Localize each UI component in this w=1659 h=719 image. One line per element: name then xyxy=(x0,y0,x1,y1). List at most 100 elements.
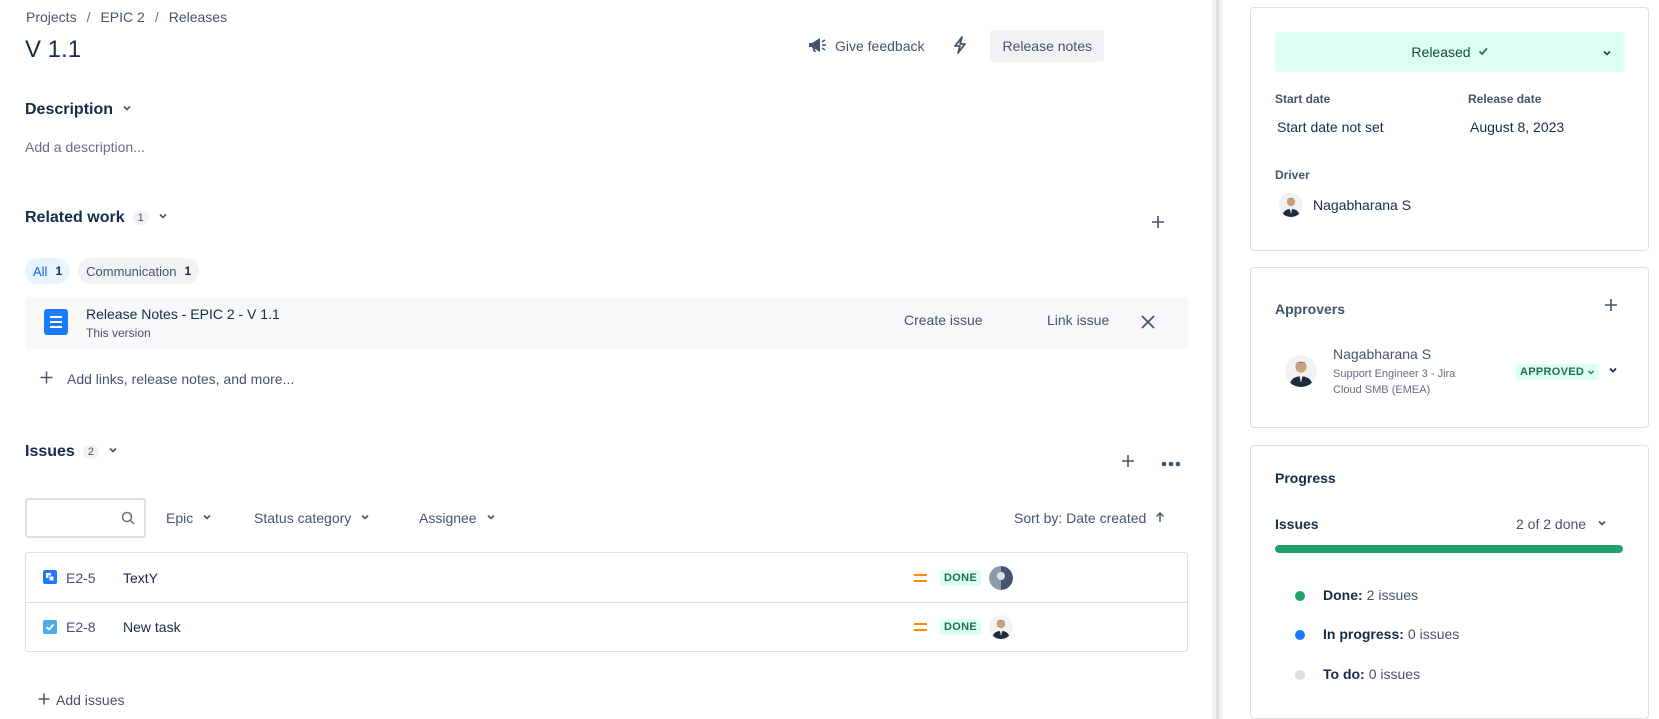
assignee-avatar[interactable] xyxy=(989,615,1013,639)
progress-summary-toggle[interactable]: 2 of 2 done xyxy=(1516,516,1608,532)
more-actions-button[interactable] xyxy=(1155,446,1187,478)
breadcrumb-projects[interactable]: Projects xyxy=(26,9,77,25)
status-dot xyxy=(1295,670,1305,680)
issue-summary[interactable]: TextY xyxy=(123,570,158,586)
epic-filter-label: Epic xyxy=(166,510,194,526)
sort-button[interactable]: Sort by: Date created xyxy=(1014,506,1166,530)
related-work-heading[interactable]: Related work 1 xyxy=(25,209,169,227)
legend-in-progress: In progress: 0 issues xyxy=(1295,626,1460,642)
progress-bar xyxy=(1275,545,1623,553)
status-badge[interactable]: DONE xyxy=(940,569,981,586)
legend-value: 0 issues xyxy=(1407,626,1460,642)
driver-name[interactable]: Nagabharana S xyxy=(1313,197,1411,213)
approver-avatar xyxy=(1285,355,1317,387)
issues-heading[interactable]: Issues 2 xyxy=(25,443,119,461)
add-links-button[interactable]: Add links, release notes, and more... xyxy=(40,371,294,387)
release-notes-button[interactable]: Release notes xyxy=(990,30,1104,62)
chevron-down-icon xyxy=(1607,364,1619,379)
chevron-down-icon xyxy=(201,510,213,526)
create-issue-button[interactable]: Create issue xyxy=(904,312,983,328)
assignee-filter[interactable]: Assignee xyxy=(419,506,497,530)
remove-related-button[interactable] xyxy=(1140,314,1156,333)
priority-medium-icon xyxy=(914,570,927,586)
epic-filter[interactable]: Epic xyxy=(166,506,213,530)
issues-search-input[interactable] xyxy=(25,498,146,538)
release-details-card: Released Start date Start date not set R… xyxy=(1250,7,1649,251)
legend-value: 0 issues xyxy=(1368,666,1421,682)
status-category-filter[interactable]: Status category xyxy=(254,506,371,530)
start-date-field[interactable]: Start date not set xyxy=(1277,119,1384,135)
progress-card: Progress Issues 2 of 2 done Done: 2 issu… xyxy=(1250,445,1649,719)
breadcrumb-separator: / xyxy=(86,9,91,25)
breadcrumb-separator: / xyxy=(154,9,159,25)
plus-icon xyxy=(38,692,50,708)
issue-summary[interactable]: New task xyxy=(123,619,181,635)
description-title: Description xyxy=(25,101,114,118)
pane-divider-line xyxy=(1216,0,1219,719)
page-title: V 1.1 xyxy=(25,36,82,63)
give-feedback-label: Give feedback xyxy=(834,38,925,54)
legend-label: To do: xyxy=(1323,666,1365,682)
breadcrumb-releases[interactable]: Releases xyxy=(169,9,227,25)
add-related-work-button[interactable] xyxy=(1142,207,1174,239)
chevron-down-icon xyxy=(157,209,169,227)
issues-table: E2-5 TextY DONE E2-8 New task DONE xyxy=(25,552,1188,652)
add-issues-label: Add issues xyxy=(56,692,125,708)
chevron-down-icon xyxy=(1596,516,1608,532)
priority-medium-icon xyxy=(914,619,927,635)
chip-label: All xyxy=(33,263,48,279)
link-issue-button[interactable]: Link issue xyxy=(1047,312,1109,328)
breadcrumb-epic[interactable]: EPIC 2 xyxy=(100,9,144,25)
related-item-title[interactable]: Release Notes - EPIC 2 - V 1.1 xyxy=(86,306,280,322)
add-issue-button[interactable] xyxy=(1112,446,1144,478)
description-placeholder[interactable]: Add a description... xyxy=(25,139,145,155)
close-icon xyxy=(1140,315,1156,333)
sort-label: Sort by: Date created xyxy=(1014,510,1147,526)
approval-status-badge[interactable]: APPROVED xyxy=(1516,364,1600,380)
table-row[interactable]: E2-8 New task DONE xyxy=(26,602,1187,651)
assignee-avatar[interactable] xyxy=(989,565,1013,590)
legend-done: Done: 2 issues xyxy=(1295,587,1418,603)
chevron-down-icon xyxy=(107,443,119,461)
progress-title: Progress xyxy=(1275,470,1336,486)
issue-key[interactable]: E2-5 xyxy=(66,570,96,586)
task-type-icon xyxy=(43,620,57,634)
give-feedback-button[interactable]: Give feedback xyxy=(801,30,931,62)
approver-name[interactable]: Nagabharana S xyxy=(1333,346,1431,362)
add-approver-button[interactable] xyxy=(1595,290,1627,322)
release-status-select[interactable]: Released xyxy=(1275,32,1625,72)
approver-role: Support Engineer 3 - Jira Cloud SMB (EME… xyxy=(1333,368,1456,396)
approval-status-label: APPROVED xyxy=(1520,366,1585,378)
approvers-title: Approvers xyxy=(1275,301,1346,317)
description-heading[interactable]: Description xyxy=(25,101,133,119)
issues-title: Issues xyxy=(25,443,75,460)
chevron-down-icon xyxy=(1601,46,1613,62)
release-date-field[interactable]: August 8, 2023 xyxy=(1470,119,1564,135)
plus-icon xyxy=(1604,298,1618,315)
document-icon xyxy=(44,309,68,335)
release-date-label: Release date xyxy=(1468,92,1542,106)
table-row[interactable]: E2-5 TextY DONE xyxy=(26,553,1187,602)
status-category-label: Status category xyxy=(254,510,352,526)
issue-key[interactable]: E2-8 xyxy=(66,619,96,635)
automation-button[interactable] xyxy=(944,30,976,62)
add-issues-button[interactable]: Add issues xyxy=(38,692,124,708)
driver-avatar xyxy=(1279,193,1303,217)
start-date-label: Start date xyxy=(1275,92,1331,106)
approver-expand-button[interactable] xyxy=(1607,364,1619,379)
plus-icon xyxy=(1121,454,1135,471)
progress-issues-label: Issues xyxy=(1275,516,1319,532)
related-work-title: Related work xyxy=(25,209,125,226)
issues-count: 2 xyxy=(82,445,99,459)
legend-label: Done: xyxy=(1323,587,1363,603)
lightning-icon xyxy=(952,35,968,57)
assignee-filter-label: Assignee xyxy=(419,510,477,526)
chip-communication[interactable]: Communication 1 xyxy=(78,258,200,284)
related-work-item[interactable]: Release Notes - EPIC 2 - V 1.1 This vers… xyxy=(25,297,1188,349)
progress-summary: 2 of 2 done xyxy=(1516,516,1587,532)
header-actions: Give feedback Release notes xyxy=(801,30,1104,62)
related-item-subtitle: This version xyxy=(86,326,151,340)
subtask-type-icon xyxy=(43,570,57,584)
status-badge[interactable]: DONE xyxy=(940,619,981,635)
chip-all[interactable]: All 1 xyxy=(25,258,71,284)
